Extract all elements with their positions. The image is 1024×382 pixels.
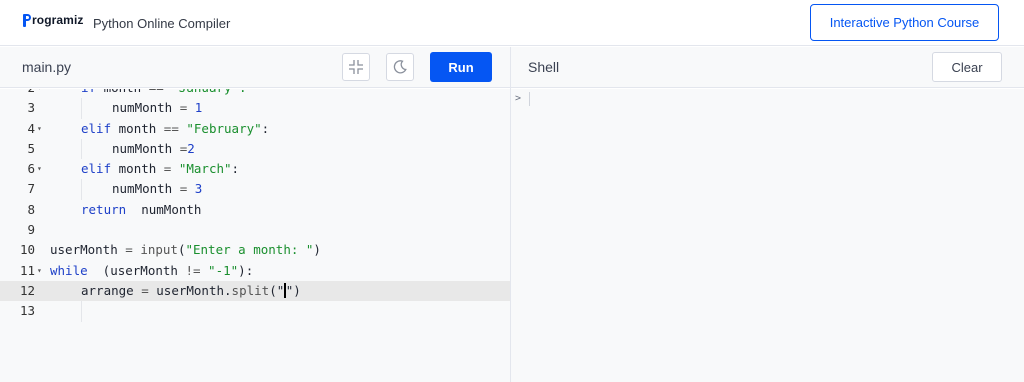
line-number: 7	[27, 181, 35, 197]
code-line[interactable]: 13	[0, 301, 510, 322]
minimize-icon	[349, 60, 363, 74]
shell-toolbar: Shell Clear	[511, 47, 1024, 88]
top-bar: rogramiz Python Online Compiler Interact…	[0, 0, 1024, 46]
minimize-button[interactable]	[342, 53, 370, 81]
code-line[interactable]: 2▾ if month == "January":	[0, 89, 510, 98]
line-content: while (userMonth != "-1"):	[50, 262, 254, 278]
code-line[interactable]: 5 numMonth =2	[0, 138, 510, 160]
indent-guide	[81, 138, 82, 160]
shell-cursor	[529, 92, 530, 106]
clear-button[interactable]: Clear	[932, 52, 1002, 82]
indent-guide	[81, 98, 82, 119]
line-number: 8	[27, 201, 35, 217]
indent-guide	[81, 179, 82, 200]
logo-text: rogramiz	[32, 13, 84, 27]
line-content: arrange = userMonth.split(" ")	[81, 282, 301, 298]
run-button[interactable]: Run	[430, 52, 492, 82]
interactive-course-button[interactable]: Interactive Python Course	[810, 4, 999, 41]
line-content: if month == "January":	[81, 89, 247, 98]
line-number: 13	[19, 303, 35, 319]
file-tab-main-py[interactable]: main.py	[22, 59, 71, 75]
code-line[interactable]: 10 userMonth = input("Enter a month: ")	[0, 240, 510, 260]
line-content: numMonth = 1	[112, 100, 203, 116]
shell-title: Shell	[528, 59, 560, 75]
line-content: userMonth = input("Enter a month: ")	[50, 242, 321, 258]
dark-mode-button[interactable]	[386, 53, 414, 81]
code-line[interactable]: 12 arrange = userMonth.split(" ")	[0, 280, 510, 302]
line-content: numMonth =2	[112, 140, 195, 156]
line-number: 4	[27, 120, 35, 136]
code-line[interactable]: 8 return numMonth	[0, 200, 510, 220]
line-content: elif month = "March":	[81, 161, 240, 177]
shell-output[interactable]: >	[511, 89, 1024, 382]
line-number: 5	[27, 140, 35, 156]
line-number: 11	[19, 262, 35, 278]
line-number: 2	[0, 89, 35, 98]
line-number: 10	[19, 242, 35, 258]
code-line[interactable]: 3 numMonth = 1	[0, 98, 510, 119]
programiz-logo-icon	[22, 13, 31, 27]
editor-toolbar: main.py Run	[0, 47, 511, 88]
line-number: 3	[27, 100, 35, 116]
dark-mode-icon	[393, 60, 407, 74]
line-content: elif month == "February":	[81, 120, 270, 136]
code-line[interactable]: 7 numMonth = 3	[0, 179, 510, 200]
line-content: numMonth = 3	[112, 181, 203, 197]
fold-arrow-icon[interactable]: ▾	[37, 89, 45, 98]
code-line[interactable]: 9	[0, 220, 510, 240]
code-line[interactable]: 4 ▾ elif month == "February":	[0, 119, 510, 139]
code-line[interactable]: 11 ▾ while (userMonth != "-1"):	[0, 261, 510, 281]
code-line[interactable]: 6 ▾ elif month = "March":	[0, 159, 510, 179]
programiz-logo[interactable]: rogramiz	[22, 13, 83, 27]
code-lines[interactable]: 2▾if month == "January":3numMonth = 14▾e…	[0, 89, 510, 322]
app-title: Python Online Compiler	[93, 16, 231, 31]
shell-prompt: >	[515, 93, 522, 104]
code-editor[interactable]: 2▾if month == "January":3numMonth = 14▾e…	[0, 89, 510, 382]
fold-arrow-icon[interactable]: ▾	[37, 261, 45, 281]
fold-arrow-icon[interactable]: ▾	[37, 119, 45, 139]
indent-guide	[81, 301, 82, 322]
line-number: 12	[19, 282, 35, 298]
line-number: 6	[27, 161, 35, 177]
line-content: return numMonth	[81, 201, 202, 217]
line-number: 9	[27, 222, 35, 238]
fold-arrow-icon[interactable]: ▾	[37, 159, 45, 179]
